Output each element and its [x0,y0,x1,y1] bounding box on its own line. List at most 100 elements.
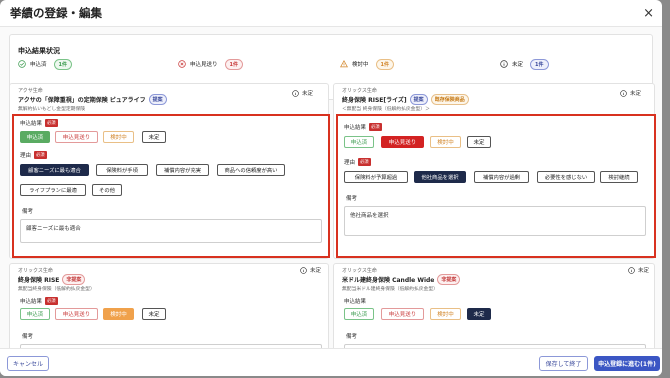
reason-label: 理由 必須 [20,151,47,159]
result-declined-button[interactable]: 申込見送り [381,136,424,148]
result-undecided-button[interactable]: 未定 [467,308,491,320]
reason-chip[interactable]: 補償内容が過剰 [474,171,529,183]
warning-icon [340,60,348,68]
reason-chip[interactable]: 顧客ニーズに最も適合 [20,164,89,176]
status-applied: 申込済 1件 [18,58,72,70]
status-considering: 検討中 1件 [340,58,394,70]
reason-chip[interactable]: 補償内容が充実 [156,164,209,176]
product-card: オリックス生命 終身保険 RISE[ライズ] 提案 既存保険商品 ＜無配当 終身… [333,83,656,259]
product-subtitle: 無配当終身保険（低解約払戻金型） [18,287,95,292]
product-card: オリックス生命 米ドル建終身保険 Candle Wide 非提案 無配当米ドル建… [333,263,655,348]
reason-chip[interactable]: 他社商品を選択 [414,171,466,183]
status-count-badge: 1件 [224,58,243,70]
note-textarea[interactable]: 顧客ニーズに最も適合 [20,219,322,243]
product-title: アクサの「保障重視」の定期保険 ピュアライフ [18,97,146,104]
status-label: 未定 [512,62,524,68]
status-count-badge: 1件 [375,58,394,70]
save-and-exit-button[interactable]: 保存して終了 [539,356,588,371]
reason-chip[interactable]: ライフプランに最適 [20,184,86,196]
status-undecided: 未定 1件 [500,58,549,70]
card-status-label: 未定 [310,268,322,274]
product-card: アクサ生命 アクサの「保障重視」の定期保険 ピュアライフ 提案 無解約払いもどし… [9,83,330,259]
info-circle-icon [628,266,635,274]
note-label: 備考 [22,334,34,340]
result-considering-button[interactable]: 検討中 [430,308,461,320]
reason-chip[interactable]: 必要性を感じない [537,171,595,183]
required-badge: 必須 [369,123,382,131]
reason-label: 理由 必須 [344,158,371,166]
reason-chip[interactable]: 保険料が予算超過 [344,171,408,183]
product-card: オリックス生命 終身保険 RISE 非提案 無配当終身保険（低解約払戻金型） 未… [9,263,329,348]
info-circle-icon [300,266,307,274]
result-label: 申込結果 必須 [20,297,58,305]
result-label-text: 申込結果 [344,299,367,305]
result-label: 申込結果 [344,297,366,305]
note-label: 備考 [346,196,358,202]
required-badge: 必須 [45,119,58,127]
result-applied-button[interactable]: 申込済 [20,131,50,143]
info-circle-icon [500,60,508,68]
company-name: オリックス生命 [342,88,377,94]
status-label: 申込見送り [190,62,218,68]
result-label-text: 申込結果 [344,125,367,131]
proceed-to-application-button[interactable]: 申込登録に進む(1件) [594,356,660,371]
note-textarea[interactable]: 他社商品を選択 [344,206,646,236]
reason-chip[interactable]: 保険料が手頃 [96,164,148,176]
non-proposal-tag: 非提案 [437,274,461,285]
product-name: 終身保険 RISE 非提案 [18,274,86,285]
cancel-button[interactable]: キャンセル [7,356,49,371]
reason-chip[interactable]: 検討継続 [600,171,638,183]
card-status-label: 未定 [302,91,314,97]
proposal-tag: 提案 [409,94,428,105]
required-badge: 必須 [34,151,47,159]
result-declined-button[interactable]: 申込見送り [381,308,424,320]
info-circle-icon [620,89,627,97]
result-applied-button[interactable]: 申込済 [344,308,374,320]
product-subtitle: ＜無配当 終身保険（低解約払戻金型）＞ [342,107,430,112]
result-declined-button[interactable]: 申込見送り [55,308,98,320]
reason-chip[interactable]: その他 [92,184,122,196]
company-name: オリックス生命 [342,268,377,274]
x-circle-icon [178,60,186,68]
note-label: 備考 [346,334,358,340]
result-declined-button[interactable]: 申込見送り [55,131,98,143]
company-name: アクサ生命 [18,88,43,94]
card-status: 未定 [292,89,313,97]
result-applied-button[interactable]: 申込済 [20,308,50,320]
check-circle-icon [18,60,26,68]
register-edit-dialog: 挙績の登録・編集 × 申込結果状況 申込済 1件 申込見送り 1件 検討中 1件… [0,0,662,376]
product-title: 終身保険 RISE[ライズ] [342,97,407,104]
existing-product-tag: 既存保険商品 [430,94,469,105]
product-name: 終身保険 RISE[ライズ] 提案 既存保険商品 [342,94,469,105]
required-badge: 必須 [45,297,58,305]
company-name: オリックス生命 [18,268,53,274]
result-undecided-button[interactable]: 未定 [142,131,166,143]
status-count-badge: 1件 [530,58,549,70]
dialog-title: 挙績の登録・編集 [10,6,102,20]
result-applied-button[interactable]: 申込済 [344,136,374,148]
close-icon[interactable]: × [643,6,654,21]
dialog-header: 挙績の登録・編集 × [0,0,662,27]
result-undecided-button[interactable]: 未定 [142,308,166,320]
card-status: 未定 [300,266,321,274]
result-considering-button[interactable]: 検討中 [430,136,461,148]
result-considering-button[interactable]: 検討中 [103,131,134,143]
status-title: 申込結果状況 [18,47,60,55]
result-undecided-button[interactable]: 未定 [467,136,491,148]
card-status: 未定 [620,89,641,97]
result-label: 申込結果 必須 [20,119,58,127]
result-considering-button[interactable]: 検討中 [103,308,134,320]
status-label: 検討中 [352,62,369,68]
note-label: 備考 [22,209,34,215]
reason-label-text: 理由 [20,153,32,159]
status-label: 申込済 [30,62,47,68]
product-subtitle: 無解約払いもどし金型定期保険 [18,107,86,112]
product-name: アクサの「保障重視」の定期保険 ピュアライフ 提案 [18,94,167,105]
result-label-text: 申込結果 [20,121,43,127]
card-status: 未定 [628,266,649,274]
card-status-label: 未定 [638,268,650,274]
proposal-tag: 提案 [148,94,167,105]
result-label: 申込結果 必須 [344,123,382,131]
reason-chip[interactable]: 商品への信頼度が高い [217,164,285,176]
card-status-label: 未定 [630,91,642,97]
